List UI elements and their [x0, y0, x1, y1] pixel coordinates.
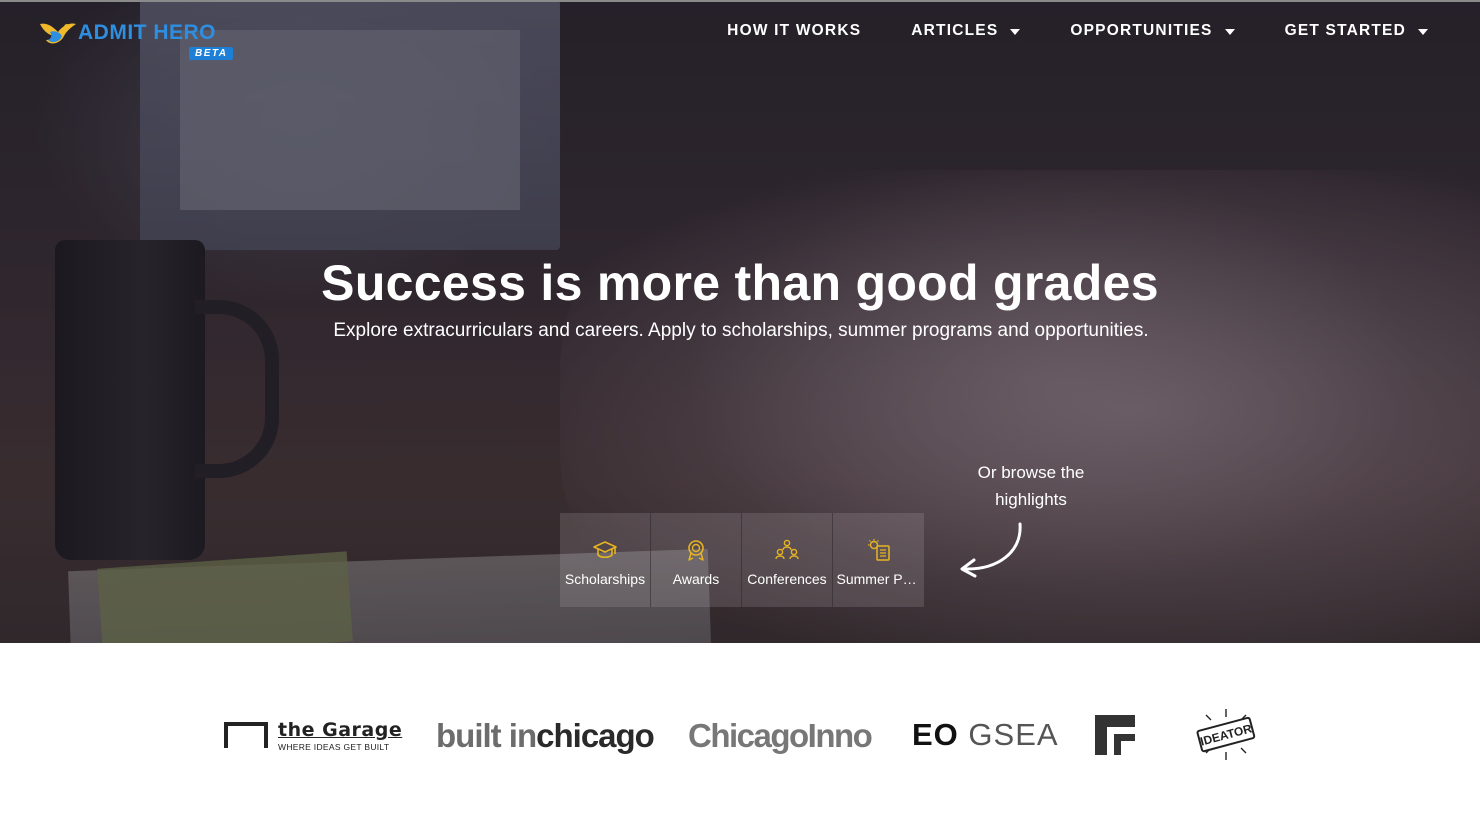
- graduation-cap-icon: [593, 541, 617, 559]
- award-medal-icon: [688, 540, 704, 561]
- garage-door-icon: [224, 722, 268, 748]
- caret-down-icon: [1224, 29, 1235, 35]
- partner-the-garage-logo[interactable]: the Garage WHERE IDEAS GET BUILT: [224, 717, 402, 753]
- caret-down-icon: [1418, 29, 1428, 35]
- ideator-burst-icon: IDEATOR: [1196, 709, 1256, 760]
- highlight-tiles: Scholarships Awards Conferences Summer P…: [560, 513, 924, 607]
- nav-opportunities[interactable]: OPPORTUNITIES: [1070, 22, 1235, 40]
- partner-ideator-logo[interactable]: IDEATOR: [1192, 707, 1260, 762]
- highlight-awards[interactable]: Awards: [651, 513, 742, 607]
- highlight-conferences[interactable]: Conferences: [742, 513, 833, 607]
- hero-bird-icon: [40, 23, 76, 44]
- nav-get-started[interactable]: GET STARTED: [1285, 22, 1428, 40]
- sun-clipboard-icon: [867, 539, 890, 561]
- main-nav: HOW IT WORKS ARTICLES OPPORTUNITIES GET …: [677, 22, 1428, 40]
- nav-articles[interactable]: ARTICLES: [911, 22, 1021, 40]
- nav-how-it-works[interactable]: HOW IT WORKS: [727, 22, 861, 40]
- curved-arrow-icon: [960, 522, 1022, 578]
- hero-subline: Explore extracurriculars and careers. Ap…: [333, 320, 1149, 341]
- highlight-label: Scholarships: [564, 571, 646, 587]
- beta-badge: BETA: [189, 47, 234, 60]
- partner-eo-gsea-logo[interactable]: EO GSEA: [912, 717, 1059, 753]
- highlight-scholarships[interactable]: Scholarships: [560, 513, 651, 607]
- partner-chicagoinno-logo[interactable]: ChicagoInno: [688, 717, 873, 755]
- caret-down-icon: [1010, 29, 1021, 35]
- highlight-label: Summer Programs: [836, 571, 921, 587]
- highlight-label: Awards: [672, 571, 720, 587]
- brand-name: ADMIT HERO: [78, 21, 216, 44]
- hero-headline: Success is more than good grades: [321, 255, 1159, 311]
- highlight-label: Conferences: [747, 571, 827, 587]
- people-group-icon: [775, 539, 799, 560]
- partner-builtin-chicago-logo[interactable]: built inchicago: [436, 717, 655, 755]
- partner-logos: the Garage WHERE IDEAS GET BUILT built i…: [0, 643, 1480, 823]
- highlight-summer-programs[interactable]: Summer Programs: [833, 513, 924, 607]
- f-block-logo-icon[interactable]: [1095, 715, 1135, 755]
- browse-hint: Or browse the highlights: [977, 463, 1085, 509]
- brand-logo[interactable]: ADMIT HERO BETA: [38, 18, 238, 62]
- top-border: [0, 0, 1480, 2]
